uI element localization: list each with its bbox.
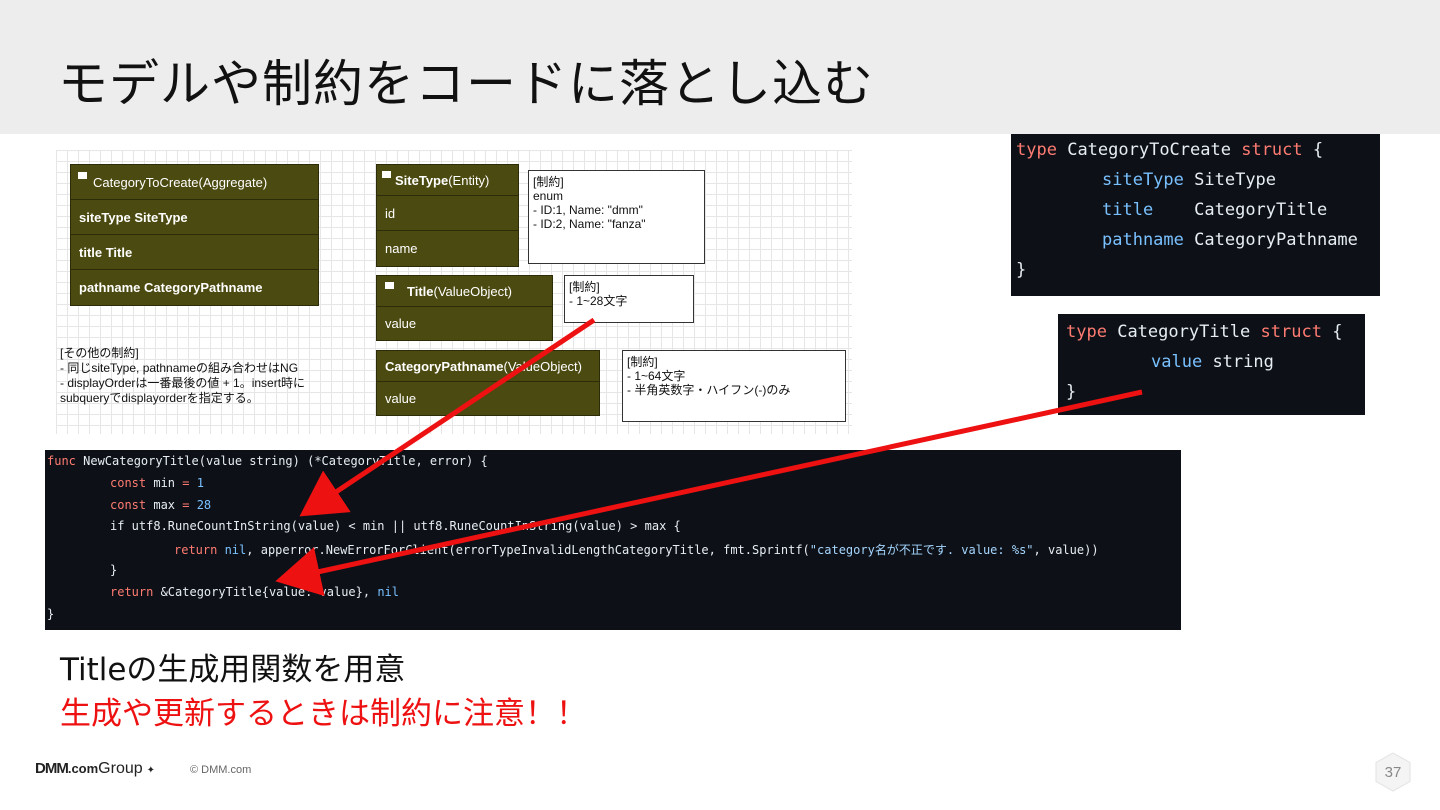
entity-pathname-vo: CategoryPathname (ValueObject) value (376, 350, 600, 416)
code-line: if utf8.RuneCountInString(value) < min |… (110, 519, 681, 533)
code-func-new-category-title: func NewCategoryTitle(value string) (*Ca… (45, 450, 1181, 630)
note-line: [制約] (569, 280, 600, 294)
note-line: enum (533, 189, 564, 203)
domain-model-diagram: CategoryToCreate(Aggregate) siteType Sit… (56, 150, 852, 434)
note-line: - ID:2, Name: "fanza" (533, 217, 646, 231)
code-line: func NewCategoryTitle(value string) (*Ca… (47, 454, 488, 468)
company-logo: DMM.comGroup ✦ (35, 760, 155, 778)
entity-stereotype: (Entity) (448, 172, 490, 188)
entity-title-vo: Title (ValueObject) value (376, 275, 553, 341)
note-line: - 1~28文字 (569, 294, 628, 308)
sitetype-constraint-note: [制約] enum - ID:1, Name: "dmm" - ID:2, Na… (528, 170, 705, 264)
pathname-constraint-note: [制約] - 1~64文字 - 半角英数字・ハイフン(-)のみ (622, 350, 846, 422)
other-constraints: [その他の制約] - 同じsiteType, pathnameの組み合わせはNG… (60, 346, 305, 406)
entity-header: CategoryPathname (ValueObject) (377, 351, 599, 381)
code-line: return nil, apperror.NewErrorForClient(e… (174, 543, 1099, 557)
collapse-icon (385, 282, 394, 289)
entity-title: Title (407, 283, 434, 299)
subtitle-warning: 生成や更新するときは制約に注意！！ (60, 696, 587, 732)
code-struct-category-title: type CategoryTitle struct { value string… (1058, 314, 1365, 415)
constraint-line: [その他の制約] (60, 346, 139, 360)
entity-title: CategoryToCreate(Aggregate) (93, 174, 268, 190)
note-line: [制約] (533, 175, 564, 189)
entity-category-to-create: CategoryToCreate(Aggregate) siteType Sit… (70, 164, 319, 306)
page-number-badge: 37 (1373, 752, 1413, 792)
entity-row: value (377, 381, 599, 415)
logo-dot: .com (67, 761, 99, 776)
note-line: - 半角英数字・ハイフン(-)のみ (627, 383, 791, 397)
code-line: } (1016, 260, 1027, 280)
code-line: pathname CategoryPathname (1102, 230, 1358, 250)
entity-row: value (377, 306, 552, 340)
entity-header: SiteType (Entity) (377, 165, 518, 195)
note-line: [制約] (627, 355, 658, 369)
constraint-line: - 同じsiteType, pathnameの組み合わせはNG (60, 361, 299, 375)
entity-title: CategoryPathname (385, 358, 504, 374)
code-line: title CategoryTitle (1102, 200, 1328, 220)
entity-row: siteType SiteType (71, 199, 318, 234)
logo-sparkle-icon: ✦ (146, 765, 156, 776)
entity-title: SiteType (395, 172, 449, 188)
collapse-icon (78, 172, 87, 179)
page-number: 37 (1384, 764, 1402, 781)
code-struct-category-to-create: type CategoryToCreate struct { siteType … (1011, 134, 1380, 296)
note-line: - 1~64文字 (627, 369, 686, 383)
code-line: const max = 28 (110, 498, 212, 512)
copyright: © DMM.com (190, 764, 252, 776)
code-line: type CategoryTitle struct { (1066, 322, 1343, 342)
subtitle-primary: Titleの生成用関数を用意 (60, 652, 406, 688)
code-line: } (110, 563, 118, 577)
entity-row: title Title (71, 234, 318, 269)
title-constraint-note: [制約] - 1~28文字 (564, 275, 694, 323)
code-line: return &CategoryTitle{value: value}, nil (110, 585, 400, 599)
page-title: モデルや制約をコードに落とし込む (58, 55, 874, 113)
entity-stereotype: (ValueObject) (503, 358, 582, 374)
code-line: siteType SiteType (1102, 170, 1277, 190)
entity-row: pathname CategoryPathname (71, 269, 318, 305)
logo-group: Group (98, 760, 143, 777)
code-line: } (1066, 382, 1077, 402)
constraint-line: - displayOrderは一番最後の値 + 1。insert時に (60, 376, 306, 390)
collapse-icon (382, 171, 391, 178)
code-line: type CategoryToCreate struct { (1016, 140, 1324, 160)
header-bar: モデルや制約をコードに落とし込む (0, 0, 1440, 134)
code-line: const min = 1 (110, 476, 204, 490)
entity-sitetype: SiteType (Entity) id name (376, 164, 519, 267)
code-line: value string (1151, 352, 1274, 372)
code-line: } (47, 607, 55, 621)
entity-row: name (377, 230, 518, 266)
entity-stereotype: (ValueObject) (433, 283, 513, 299)
constraint-line: subqueryでdisplayorderを指定する。 (60, 391, 259, 405)
entity-header: Title (ValueObject) (377, 276, 552, 306)
entity-row: id (377, 195, 518, 230)
logo-mark: DMM (35, 760, 69, 777)
entity-header: CategoryToCreate(Aggregate) (71, 165, 318, 199)
note-line: - ID:1, Name: "dmm" (533, 203, 643, 217)
